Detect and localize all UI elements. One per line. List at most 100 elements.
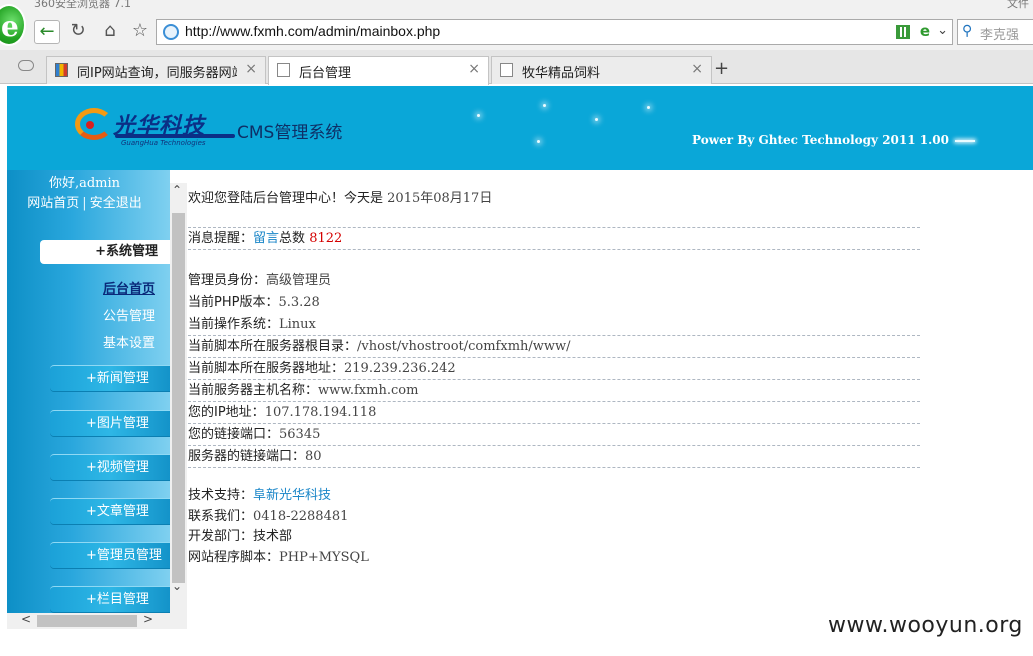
sidebar-horizontal-scrollbar[interactable]: < > [7,612,187,629]
close-icon[interactable]: × [245,61,257,77]
scroll-right-icon[interactable]: > [143,612,153,626]
tab-label: 同IP网站查询，同服务器网站 [77,66,237,81]
script-row: 网站程序脚本：PHP+MYSQL [188,547,920,569]
dept-label: 开发部门： [188,529,254,544]
globe-icon [163,24,179,40]
site-favicon-icon [55,63,68,77]
powered-by: Power By Ghtec Technology 2011 1.00 [692,133,949,147]
info-row: 当前服务器主机名称：www.fxmh.com [188,380,920,402]
info-value: www.fxmh.com [318,383,419,398]
browser-title-bar: 360安全浏览器 7.1 文件 [0,0,1033,14]
info-label: 管理员身份： [188,273,267,288]
script-label: 网站程序脚本： [188,550,280,565]
watermark: www.wooyun.org [828,613,1023,638]
menu-articles[interactable]: +文章管理 [50,498,170,524]
sidebar: 你好,admin 网站首页 | 安全退出 +系统管理 后台首页 公告管理 基本设置 … [7,170,170,613]
logo-swoosh [115,134,235,138]
info-row: 您的IP地址：107.178.194.118 [188,402,920,424]
message-link[interactable]: 留言 [253,231,279,246]
refresh-icon[interactable]: ↻ [66,18,90,44]
sidebar-links: 网站首页 | 安全退出 [7,192,162,211]
submenu-settings[interactable]: 基本设置 [7,332,155,351]
contact-label: 联系我们： [188,509,254,524]
info-value: 56345 [279,427,321,442]
tab-ip-query[interactable]: 同IP网站查询，同服务器网站 × [46,56,266,84]
menu-news[interactable]: +新闻管理 [50,365,170,391]
current-date: 2015年08月17日 [387,191,493,206]
info-label: 您的链接端口： [188,427,280,442]
home-icon[interactable]: ⌂ [98,18,122,44]
support-row: 技术支持：阜新光华科技 [188,485,920,507]
submenu-admin-home[interactable]: 后台首页 [7,278,155,297]
notice-row: 消息提醒：留言总数 8122 [188,228,920,250]
info-value: Linux [279,317,316,332]
menu-images[interactable]: +图片管理 [50,410,170,436]
info-row: 管理员身份：高级管理员 [188,270,920,292]
submenu-notice[interactable]: 公告管理 [7,305,155,324]
tab-label: 后台管理 [299,66,352,81]
notice-label: 消息提醒： [188,231,254,246]
script-value: PHP+MYSQL [279,550,369,565]
info-label: 当前PHP版本： [188,295,279,310]
info-row: 当前操作系统：Linux [188,314,920,336]
logo-mark-icon [75,108,113,140]
ie-mode-icon[interactable]: e [920,22,930,40]
search-icon: ⚲ [962,23,973,39]
new-tab-button[interactable]: + [714,58,729,79]
page-header: 光华科技 GuangHua Technologies CMS管理系统 Power… [7,86,1033,170]
info-value: 5.3.28 [278,295,320,310]
url-text[interactable]: http://www.fxmh.com/admin/mainbox.php [185,23,440,39]
logout-link[interactable]: 安全退出 [90,196,142,211]
info-row: 当前脚本所在服务器根目录：/vhost/vhostroot/comfxmh/ww… [188,336,920,358]
contact-value: 0418-2288481 [253,509,349,524]
page-icon [277,63,290,77]
greeting: 你好,admin [48,176,121,191]
contact-row: 联系我们：0418-2288481 [188,506,920,528]
file-menu[interactable]: 文件 [1007,0,1029,11]
sparkle [647,106,650,109]
search-input[interactable]: 李克强 [980,24,1019,43]
info-row: 您的链接端口：56345 [188,424,920,446]
info-value: 80 [305,449,322,464]
site-home-link[interactable]: 网站首页 [27,196,79,211]
tab-feed[interactable]: 牧华精品饲料 × [491,56,712,84]
message-count: 8122 [309,231,343,246]
support-link[interactable]: 阜新光华科技 [253,488,331,503]
menu-columns[interactable]: +栏目管理 [50,586,170,612]
info-value: 高级管理员 [266,273,332,288]
info-label: 当前服务器主机名称： [188,383,319,398]
welcome-row: 欢迎您登陆后台管理中心！今天是 2015年08月17日 [188,186,920,228]
scroll-thumb[interactable] [37,615,137,627]
menu-admins[interactable]: +管理员管理 [50,542,170,568]
search-box[interactable]: ⚲ 李克强 [957,19,1033,45]
menu-system[interactable]: +系统管理 [40,240,170,264]
browser-navbar: ← ↻ ⌂ ☆ http://www.fxmh.com/admin/mainbo… [0,14,1033,50]
page-icon [500,63,513,77]
chevron-down-icon[interactable]: ⌄ [937,23,948,38]
dept-value: 技术部 [253,529,293,544]
address-bar[interactable]: http://www.fxmh.com/admin/mainbox.php e … [156,19,953,45]
menu-video[interactable]: +视频管理 [50,454,170,480]
info-value: 107.178.194.118 [264,405,377,420]
star-icon[interactable]: ☆ [128,18,152,44]
sparkle [477,114,480,117]
sparkle [595,118,598,121]
scroll-left-icon[interactable]: < [21,612,31,626]
scroll-thumb[interactable] [172,213,185,583]
comet-decoration [955,140,975,142]
tab-admin[interactable]: 后台管理 × [268,56,489,85]
info-row: 服务器的链接端口：80 [188,446,920,468]
back-button[interactable]: ← [34,20,60,44]
cloud-icon[interactable] [18,60,34,71]
close-icon[interactable]: × [468,61,480,77]
close-icon[interactable]: × [691,61,703,77]
qr-code-icon[interactable] [896,25,910,39]
tab-label: 牧华精品饲料 [522,66,601,81]
info-row: 当前PHP版本：5.3.28 [188,292,920,314]
scroll-down-icon[interactable]: ⌄ [172,579,182,593]
sidebar-vertical-scrollbar[interactable]: ⌃ ⌄ [170,183,187,613]
sparkle [537,140,540,143]
window-title: 360安全浏览器 7.1 [34,0,131,10]
info-label: 服务器的链接端口： [188,449,306,464]
scroll-up-icon[interactable]: ⌃ [172,183,182,197]
